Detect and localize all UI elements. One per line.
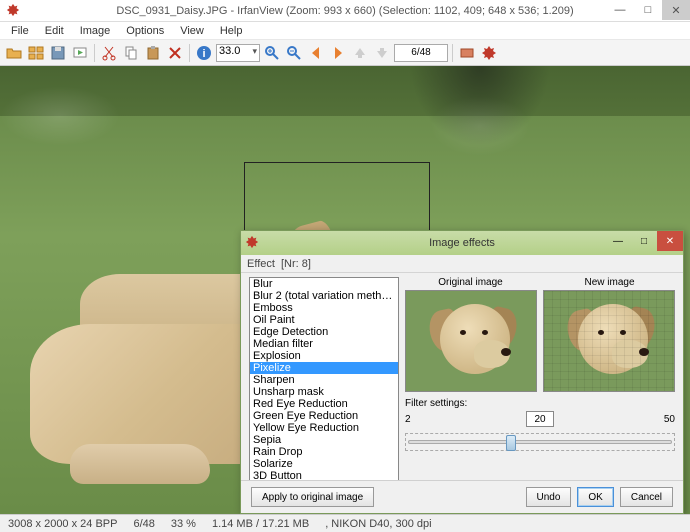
app-icon xyxy=(6,3,20,17)
effect-item[interactable]: Red Eye Reduction xyxy=(250,398,398,410)
window-title: DSC_0931_Daisy.JPG - IrfanView (Zoom: 99… xyxy=(116,5,573,17)
dialog-button-row: Apply to original image Undo OK Cancel xyxy=(241,480,683,507)
up-icon[interactable] xyxy=(350,43,370,63)
filter-settings-label: Filter settings: xyxy=(405,398,675,409)
copy-icon[interactable] xyxy=(121,43,141,63)
effect-item[interactable]: Rain Drop xyxy=(250,446,398,458)
dialog-menu-nr: [Nr: 8] xyxy=(281,258,311,270)
dialog-title: Image effects xyxy=(429,237,495,249)
status-zoom: 33 % xyxy=(171,518,196,530)
effect-item[interactable]: Median filter xyxy=(250,338,398,350)
info-icon[interactable]: i xyxy=(194,43,214,63)
effect-item[interactable]: Solarize xyxy=(250,458,398,470)
scan-icon[interactable] xyxy=(457,43,477,63)
zoom-select[interactable]: 33.0 xyxy=(216,44,260,62)
cut-icon[interactable] xyxy=(99,43,119,63)
menu-options[interactable]: Options xyxy=(119,24,171,38)
zoom-in-icon[interactable] xyxy=(262,43,282,63)
dialog-body: BlurBlur 2 (total variation method)Embos… xyxy=(241,273,683,487)
next-icon[interactable] xyxy=(328,43,348,63)
filter-max: 50 xyxy=(655,414,675,425)
statusbar: 3008 x 2000 x 24 BPP 6/48 33 % 1.14 MB /… xyxy=(0,514,690,532)
dialog-menubar: Effect [Nr: 8] xyxy=(241,255,683,273)
filter-min: 2 xyxy=(405,414,425,425)
menu-view[interactable]: View xyxy=(173,24,211,38)
delete-icon[interactable] xyxy=(165,43,185,63)
cancel-button[interactable]: Cancel xyxy=(620,487,673,507)
filter-value-input[interactable] xyxy=(526,411,554,427)
dialog-window-controls: — □ ✕ xyxy=(605,231,683,251)
filter-slider[interactable] xyxy=(408,440,672,444)
zoom-value: 33.0 xyxy=(219,45,240,57)
svg-text:i: i xyxy=(202,48,205,60)
open-icon[interactable] xyxy=(4,43,24,63)
slideshow-icon[interactable] xyxy=(70,43,90,63)
thumbnails-icon[interactable] xyxy=(26,43,46,63)
preview-column: Original image New image Filter setting xyxy=(405,277,675,483)
effect-item[interactable]: Explosion xyxy=(250,350,398,362)
filter-settings: Filter settings: 2 50 xyxy=(405,398,675,451)
status-dimensions: 3008 x 2000 x 24 BPP xyxy=(8,518,117,530)
separator xyxy=(452,44,453,62)
close-button[interactable]: ✕ xyxy=(662,0,690,20)
filter-slider-wrap xyxy=(405,433,675,451)
dialog-close-button[interactable]: ✕ xyxy=(657,231,683,251)
dialog-maximize-button[interactable]: □ xyxy=(631,231,657,251)
minimize-button[interactable]: — xyxy=(606,0,634,20)
undo-button[interactable]: Undo xyxy=(526,487,572,507)
menu-edit[interactable]: Edit xyxy=(38,24,71,38)
effects-list[interactable]: BlurBlur 2 (total variation method)Embos… xyxy=(249,277,399,481)
down-icon[interactable] xyxy=(372,43,392,63)
maximize-button[interactable]: □ xyxy=(634,0,662,20)
effect-item[interactable]: Unsharp mask xyxy=(250,386,398,398)
status-filesize: 1.14 MB / 17.21 MB xyxy=(212,518,309,530)
plugin-icon[interactable] xyxy=(479,43,499,63)
toolbar: i 33.0 xyxy=(0,40,690,66)
dialog-app-icon xyxy=(245,235,259,249)
effect-item[interactable]: Blur xyxy=(250,278,398,290)
effect-item[interactable]: Sepia xyxy=(250,434,398,446)
menu-file[interactable]: File xyxy=(4,24,36,38)
page-input[interactable] xyxy=(394,44,448,62)
dialog-minimize-button[interactable]: — xyxy=(605,231,631,251)
dialog-menu-effect[interactable]: Effect xyxy=(247,258,275,270)
effect-item[interactable]: Yellow Eye Reduction xyxy=(250,422,398,434)
zoom-out-icon[interactable] xyxy=(284,43,304,63)
effect-item[interactable]: Sharpen xyxy=(250,374,398,386)
prev-icon[interactable] xyxy=(306,43,326,63)
save-icon[interactable] xyxy=(48,43,68,63)
menubar: File Edit Image Options View Help xyxy=(0,22,690,40)
menu-image[interactable]: Image xyxy=(73,24,118,38)
original-preview xyxy=(405,290,537,392)
menu-help[interactable]: Help xyxy=(213,24,250,38)
titlebar: DSC_0931_Daisy.JPG - IrfanView (Zoom: 99… xyxy=(0,0,690,22)
effect-item[interactable]: Emboss xyxy=(250,302,398,314)
effect-item[interactable]: Oil Paint xyxy=(250,314,398,326)
separator xyxy=(189,44,190,62)
status-camera: , NIKON D40, 300 dpi xyxy=(325,518,431,530)
status-page: 6/48 xyxy=(133,518,154,530)
paste-icon[interactable] xyxy=(143,43,163,63)
image-effects-dialog: Image effects — □ ✕ Effect [Nr: 8] BlurB… xyxy=(240,230,684,514)
effect-item[interactable]: Edge Detection xyxy=(250,326,398,338)
window-controls: — □ ✕ xyxy=(606,0,690,20)
effect-item[interactable]: Pixelize xyxy=(250,362,398,374)
effect-item[interactable]: Blur 2 (total variation method) xyxy=(250,290,398,302)
new-label: New image xyxy=(544,277,675,288)
background xyxy=(0,86,120,146)
slider-thumb[interactable] xyxy=(506,435,516,451)
separator xyxy=(94,44,95,62)
ok-button[interactable]: OK xyxy=(577,487,613,507)
dialog-titlebar[interactable]: Image effects — □ ✕ xyxy=(241,231,683,255)
background xyxy=(430,96,530,156)
apply-button[interactable]: Apply to original image xyxy=(251,487,374,507)
original-label: Original image xyxy=(405,277,536,288)
effect-item[interactable]: Green Eye Reduction xyxy=(250,410,398,422)
new-preview xyxy=(543,290,675,392)
